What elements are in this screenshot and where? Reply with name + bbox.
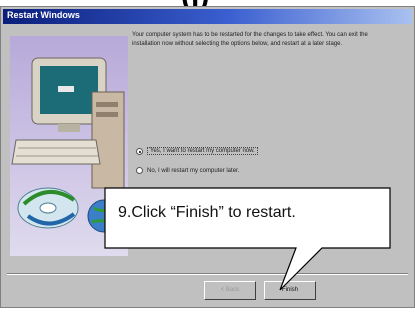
cd-disk-icon (17, 187, 79, 229)
dialog-titlebar[interactable]: Restart Windows (3, 9, 412, 24)
callout-text: 9.Click “Finish” to restart. (118, 204, 296, 221)
globe-icon (87, 199, 121, 233)
restart-message: Your computer system has to be restarted… (132, 32, 368, 47)
keyboard-icon (11, 139, 101, 165)
button-separator (7, 273, 408, 275)
dialog-title: Restart Windows (7, 10, 80, 20)
restart-now-option[interactable]: Yes, I want to restart my computer now. (136, 147, 258, 155)
radio-unselected-icon[interactable] (136, 167, 143, 174)
finish-button[interactable]: Finish (264, 281, 316, 300)
restart-now-label[interactable]: Yes, I want to restart my computer now. (147, 147, 258, 155)
restart-later-label[interactable]: No, I will restart my computer later. (147, 168, 239, 174)
computer-case-icon (91, 91, 125, 189)
radio-selected-icon[interactable] (136, 147, 143, 155)
back-button[interactable]: < Back (204, 281, 256, 300)
computer-illustration (10, 36, 128, 256)
restart-later-option[interactable]: No, I will restart my computer later. (136, 167, 239, 174)
